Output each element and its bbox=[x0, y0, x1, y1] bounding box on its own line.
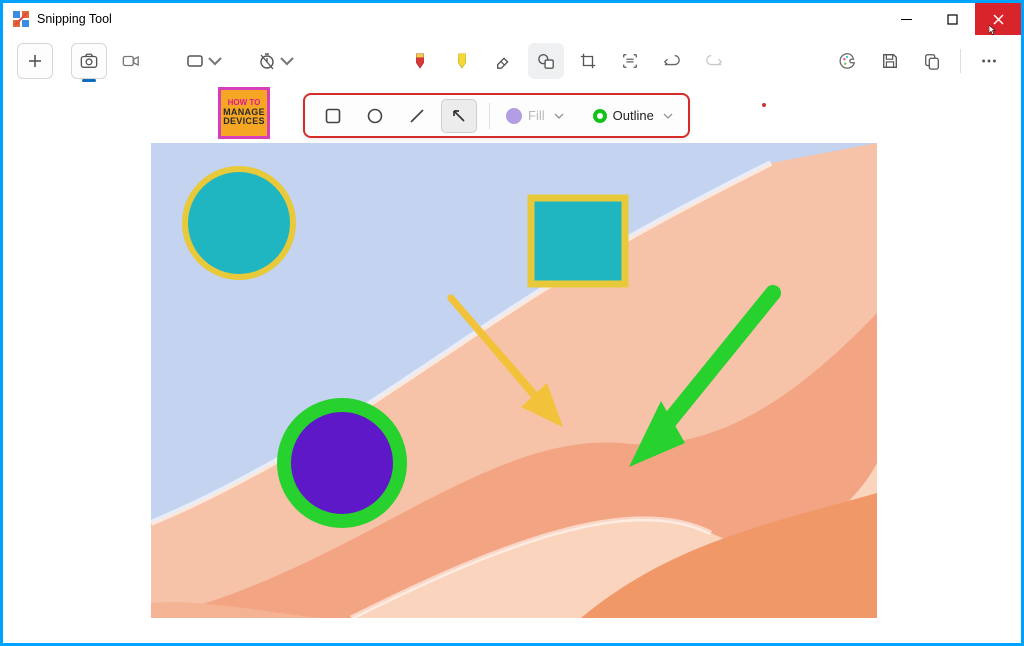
canvas-area: HOW TO MANAGE DEVICES Fill bbox=[3, 87, 1021, 643]
chevron-down-icon bbox=[206, 52, 224, 70]
shapes-icon bbox=[537, 52, 555, 70]
timer-off-icon bbox=[258, 52, 276, 70]
shape-circle-button[interactable] bbox=[357, 99, 393, 133]
main-toolbar bbox=[3, 35, 1021, 87]
yellow-highlighter-icon bbox=[453, 52, 471, 70]
outline-color-dropdown[interactable]: Outline bbox=[589, 108, 678, 123]
badge-line3: DEVICES bbox=[223, 117, 265, 126]
maximize-button[interactable] bbox=[929, 3, 975, 35]
howto-badge: HOW TO MANAGE DEVICES bbox=[218, 87, 270, 139]
save-icon bbox=[881, 52, 899, 70]
stray-dot bbox=[762, 103, 766, 107]
rectangle-mode-icon bbox=[186, 52, 204, 70]
app-logo-icon bbox=[13, 11, 29, 27]
palette-icon bbox=[839, 52, 857, 70]
eraser-button[interactable] bbox=[486, 43, 522, 79]
snip-image[interactable] bbox=[151, 143, 877, 618]
minimize-button[interactable] bbox=[883, 3, 929, 35]
shape-line-button[interactable] bbox=[399, 99, 435, 133]
yellow-highlighter-button[interactable] bbox=[444, 43, 480, 79]
rectangle-icon bbox=[324, 107, 342, 125]
snip-shape-dropdown[interactable] bbox=[179, 43, 231, 79]
chevron-down-icon bbox=[662, 110, 674, 122]
shape-rectangle-button[interactable] bbox=[315, 99, 351, 133]
undo-icon bbox=[663, 52, 681, 70]
more-button[interactable] bbox=[971, 43, 1007, 79]
copy-button[interactable] bbox=[914, 43, 950, 79]
video-mode-button[interactable] bbox=[113, 43, 149, 79]
text-actions-button[interactable] bbox=[612, 43, 648, 79]
window-title: Snipping Tool bbox=[37, 12, 112, 26]
arrow-icon bbox=[450, 107, 468, 125]
redo-icon bbox=[705, 52, 723, 70]
eraser-icon bbox=[495, 52, 513, 70]
chevron-down-icon bbox=[278, 52, 296, 70]
red-marker-button[interactable] bbox=[402, 43, 438, 79]
red-marker-icon bbox=[411, 52, 429, 70]
crop-icon bbox=[579, 52, 597, 70]
new-snip-button[interactable] bbox=[17, 43, 53, 79]
delay-dropdown[interactable] bbox=[251, 43, 303, 79]
fill-color-dropdown[interactable]: Fill bbox=[502, 108, 569, 124]
redo-button[interactable] bbox=[696, 43, 732, 79]
chevron-down-icon bbox=[553, 110, 565, 122]
plus-icon bbox=[26, 52, 44, 70]
screenshot-mode-button[interactable] bbox=[71, 43, 107, 79]
shape-toolbar: Fill Outline bbox=[303, 93, 690, 138]
edit-paint-button[interactable] bbox=[830, 43, 866, 79]
outline-label: Outline bbox=[613, 108, 654, 123]
fill-label: Fill bbox=[528, 108, 545, 123]
save-button[interactable] bbox=[872, 43, 908, 79]
shapes-button[interactable] bbox=[528, 43, 564, 79]
line-icon bbox=[408, 107, 426, 125]
outline-swatch-icon bbox=[593, 109, 607, 123]
text-scan-icon bbox=[621, 52, 639, 70]
copy-icon bbox=[923, 52, 941, 70]
title-bar: Snipping Tool bbox=[3, 3, 1021, 35]
close-button[interactable] bbox=[975, 3, 1021, 35]
crop-button[interactable] bbox=[570, 43, 606, 79]
camera-icon bbox=[80, 52, 98, 70]
more-icon bbox=[980, 52, 998, 70]
fill-swatch-icon bbox=[506, 108, 522, 124]
circle-icon bbox=[366, 107, 384, 125]
video-icon bbox=[122, 52, 140, 70]
shape-arrow-button[interactable] bbox=[441, 99, 477, 133]
undo-button[interactable] bbox=[654, 43, 690, 79]
